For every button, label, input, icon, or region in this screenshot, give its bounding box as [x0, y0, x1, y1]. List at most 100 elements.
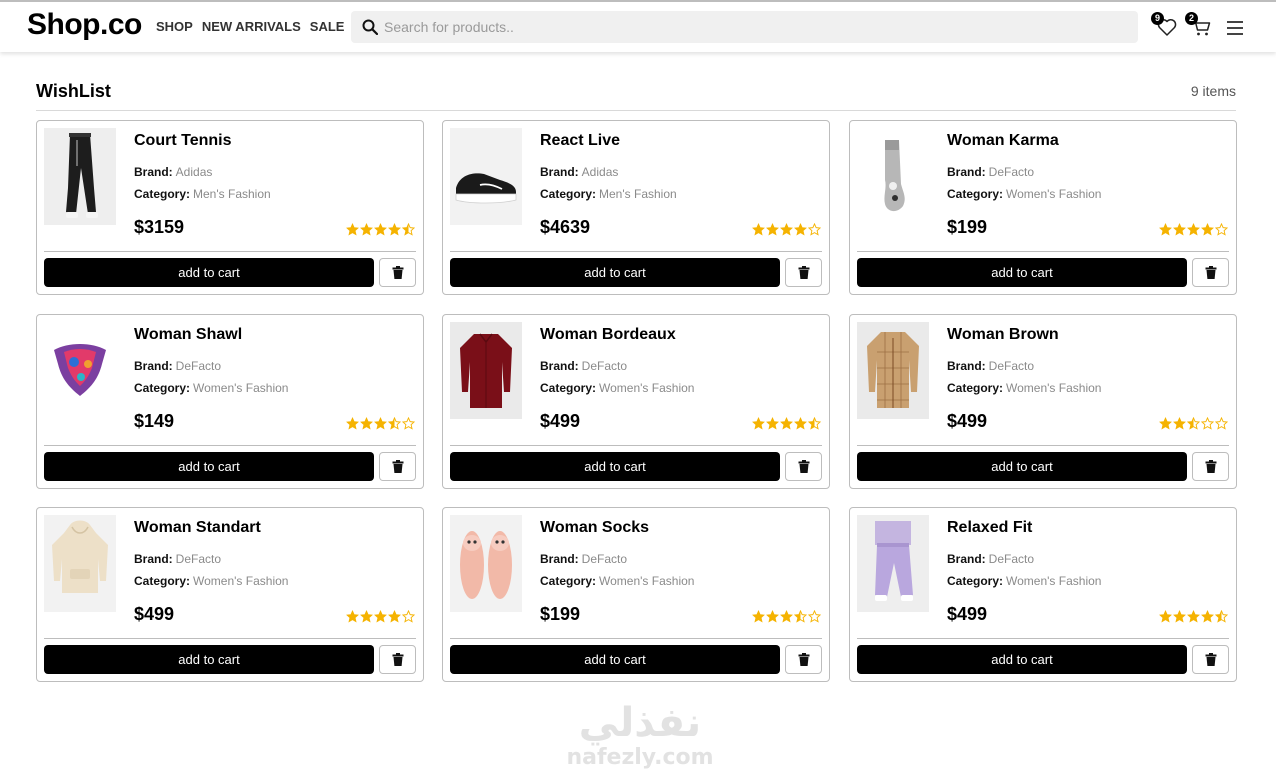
items-count: 9 items	[1190, 83, 1236, 99]
wishlist-card: Woman Bordeaux Brand: DeFacto Category: Wome…	[442, 314, 830, 489]
add-to-cart-button[interactable]: add to cart	[450, 452, 780, 481]
remove-from-wishlist-button[interactable]	[1192, 258, 1229, 287]
remove-from-wishlist-button[interactable]	[379, 452, 416, 481]
product-name[interactable]: Woman Brown	[947, 326, 1059, 344]
product-category: Category: Women's Fashion	[134, 574, 288, 588]
add-to-cart-button[interactable]: add to cart	[857, 645, 1187, 674]
search-input[interactable]	[384, 11, 1124, 43]
add-to-cart-button[interactable]: add to cart	[857, 258, 1187, 287]
wishlist-card: Woman Brown Brand: DeFacto Category: Women's…	[849, 314, 1237, 489]
brand-label: Brand:	[540, 165, 579, 179]
category-label: Category:	[540, 187, 597, 201]
logo[interactable]: Shop.co	[27, 8, 142, 42]
nav-shop[interactable]: SHOP	[156, 19, 193, 34]
product-name[interactable]: Woman Socks	[540, 519, 649, 537]
wishlist-card: Relaxed Fit Brand: DeFacto Category: Women's…	[849, 507, 1237, 682]
brand-value: DeFacto	[988, 359, 1035, 373]
product-category: Category: Women's Fashion	[540, 574, 694, 588]
trash-icon	[392, 460, 403, 473]
product-image[interactable]	[450, 128, 522, 225]
rating-stars	[346, 417, 415, 430]
product-image[interactable]	[450, 322, 522, 419]
star-filled-icon	[374, 417, 387, 430]
product-image[interactable]	[450, 515, 522, 612]
product-shirt-plaid-image	[857, 322, 929, 419]
add-to-cart-button[interactable]: add to cart	[450, 645, 780, 674]
star-filled-icon	[388, 223, 401, 236]
wishlist-card: Woman Shawl Brand: DeFacto Category: Women's…	[36, 314, 424, 489]
product-image[interactable]	[857, 128, 929, 225]
star-empty-icon	[402, 610, 415, 623]
product-brand: Brand: Adidas	[540, 165, 618, 179]
rating-stars	[1159, 610, 1228, 623]
card-divider	[44, 251, 416, 252]
product-shirt-red-image	[450, 322, 522, 419]
product-brand: Brand: DeFacto	[540, 552, 627, 566]
remove-from-wishlist-button[interactable]	[379, 645, 416, 674]
product-category: Category: Women's Fashion	[947, 574, 1101, 588]
product-image[interactable]	[857, 515, 929, 612]
brand-value: DeFacto	[988, 165, 1035, 179]
add-to-cart-button[interactable]: add to cart	[44, 452, 374, 481]
remove-from-wishlist-button[interactable]	[785, 258, 822, 287]
star-half-icon	[402, 223, 415, 236]
rating-stars	[346, 223, 415, 236]
product-image[interactable]	[44, 515, 116, 612]
product-price: $499	[947, 411, 988, 431]
product-image[interactable]	[857, 322, 929, 419]
product-sneaker-image	[450, 128, 522, 225]
product-sock-image	[857, 128, 929, 225]
rating-stars	[752, 223, 821, 236]
product-brand: Brand: DeFacto	[947, 552, 1034, 566]
star-filled-icon	[1201, 610, 1214, 623]
brand-label: Brand:	[947, 165, 986, 179]
trash-icon	[392, 653, 403, 666]
star-filled-icon	[780, 610, 793, 623]
product-name[interactable]: Woman Standart	[134, 519, 261, 537]
product-name[interactable]: Woman Karma	[947, 132, 1059, 150]
star-filled-icon	[360, 610, 373, 623]
wishlist-card: Woman Standart Brand: DeFacto Category: Wome…	[36, 507, 424, 682]
nav-sale[interactable]: SALE	[310, 19, 345, 34]
product-name[interactable]: Woman Bordeaux	[540, 326, 676, 344]
product-brand: Brand: DeFacto	[134, 552, 221, 566]
trash-icon	[1205, 653, 1216, 666]
product-name[interactable]: Court Tennis	[134, 132, 231, 150]
product-image[interactable]	[44, 128, 116, 225]
add-to-cart-button[interactable]: add to cart	[44, 645, 374, 674]
wishlist-button[interactable]: 9	[1151, 12, 1178, 38]
remove-from-wishlist-button[interactable]	[785, 452, 822, 481]
remove-from-wishlist-button[interactable]	[379, 258, 416, 287]
remove-from-wishlist-button[interactable]	[1192, 452, 1229, 481]
brand-value: Adidas	[175, 165, 213, 179]
product-price: $199	[540, 604, 581, 624]
product-name[interactable]: Woman Shawl	[134, 326, 242, 344]
add-to-cart-button[interactable]: add to cart	[44, 258, 374, 287]
category-label: Category:	[947, 381, 1004, 395]
nav-new-arrivals[interactable]: NEW ARRIVALS	[202, 19, 301, 34]
remove-from-wishlist-button[interactable]	[1192, 645, 1229, 674]
add-to-cart-button[interactable]: add to cart	[857, 452, 1187, 481]
product-name[interactable]: React Live	[540, 132, 620, 150]
product-price: $499	[540, 411, 581, 431]
card-divider	[450, 638, 822, 639]
menu-button[interactable]	[1225, 18, 1247, 40]
remove-from-wishlist-button[interactable]	[785, 645, 822, 674]
star-empty-icon	[402, 417, 415, 430]
brand-value: DeFacto	[581, 359, 628, 373]
product-hoodie-image	[44, 515, 116, 612]
product-category: Category: Women's Fashion	[134, 381, 288, 395]
product-image[interactable]	[44, 322, 116, 419]
cart-button[interactable]: 2	[1185, 12, 1212, 38]
product-brand: Brand: DeFacto	[134, 359, 221, 373]
product-price: $4639	[540, 217, 591, 237]
add-to-cart-button[interactable]: add to cart	[450, 258, 780, 287]
star-filled-icon	[374, 223, 387, 236]
rating-stars	[1159, 417, 1228, 430]
product-price: $499	[134, 604, 175, 624]
product-price: $199	[947, 217, 988, 237]
card-divider	[857, 638, 1229, 639]
search-bar	[351, 11, 1138, 43]
star-empty-icon	[808, 223, 821, 236]
product-name[interactable]: Relaxed Fit	[947, 519, 1032, 537]
